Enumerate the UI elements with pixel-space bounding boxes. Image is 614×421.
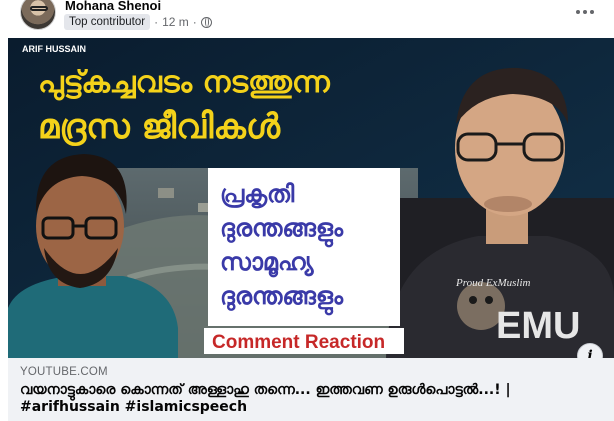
more-options-button[interactable] bbox=[570, 2, 600, 22]
globe-icon bbox=[200, 16, 212, 28]
thumbnail-headline-line1: പുട്ട്കച്ചവടം നടത്തുന്ന bbox=[38, 65, 331, 101]
box-text-line3: സാമൂഹ്യ bbox=[220, 248, 315, 278]
author-name[interactable]: Mohana Shenoi bbox=[65, 0, 161, 13]
more-horizontal-icon bbox=[576, 10, 580, 14]
separator-dot: · bbox=[154, 15, 159, 29]
shirt-text-line2: EMU bbox=[496, 305, 580, 347]
author-avatar[interactable] bbox=[20, 0, 56, 30]
post-meta: Top contributor · 12 m · bbox=[64, 14, 212, 30]
post-time[interactable]: 12 m bbox=[162, 15, 189, 29]
link-preview[interactable]: YOUTUBE.COM വയനാട്ടുകാരെ കൊന്നത് അള്ളാഹു… bbox=[8, 358, 614, 421]
video-thumbnail[interactable]: Proud ExMuslim EMU പുട്ട്കച്ചവടം നടത്തുന… bbox=[8, 38, 614, 358]
shirt-text-line1: Proud ExMuslim bbox=[455, 277, 530, 289]
thumbnail-image: Proud ExMuslim EMU പുട്ട്കച്ചവടം നടത്തുന… bbox=[8, 38, 614, 358]
post-header: Mohana Shenoi Top contributor · 12 m · bbox=[0, 0, 614, 38]
thumbnail-headline-line2: മദ്രസ ജീവികൾ bbox=[38, 107, 281, 147]
box-text-line1: പ്രകൃതി bbox=[220, 180, 295, 209]
separator-dot: · bbox=[192, 15, 197, 29]
link-title[interactable]: വയനാട്ടുകാരെ കൊന്നത് അള്ളാഹു തന്നെ... ഇത… bbox=[20, 382, 608, 416]
top-contributor-badge[interactable]: Top contributor bbox=[64, 14, 151, 30]
link-domain: YOUTUBE.COM bbox=[20, 366, 108, 378]
banner-text: Comment Reaction bbox=[212, 332, 385, 353]
channel-logo: ARIF HUSSAIN bbox=[22, 44, 86, 54]
